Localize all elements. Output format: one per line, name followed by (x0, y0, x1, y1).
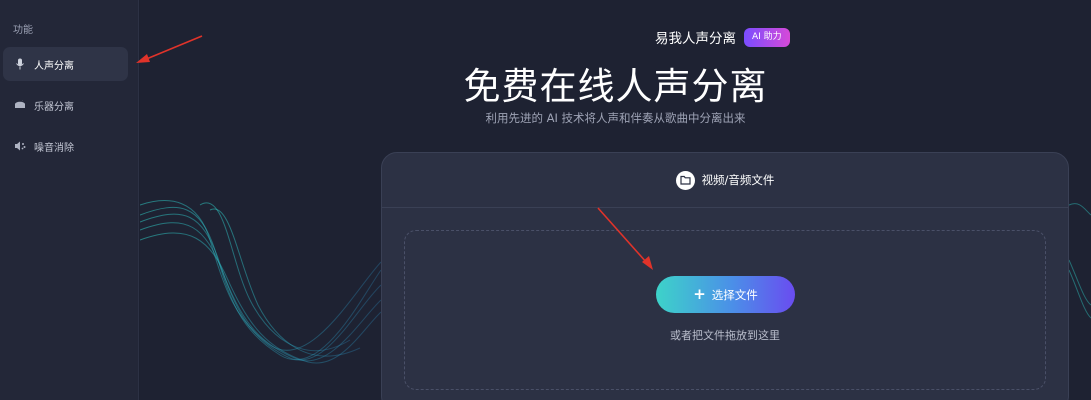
upload-card-header: 视频/音频文件 (382, 153, 1068, 208)
sidebar: 功能 人声分离 乐器分离 噪音消除 (0, 0, 139, 400)
file-dropzone[interactable]: + 选择文件 或者把文件拖放到这里 (404, 230, 1046, 390)
sidebar-item-instrument-separation[interactable]: 乐器分离 (3, 88, 128, 122)
sidebar-item-vocal-separation[interactable]: 人声分离 (3, 47, 128, 81)
brand-name: 易我人声分离 (655, 31, 736, 47)
noise-icon (14, 140, 26, 152)
select-file-button[interactable]: + 选择文件 (656, 276, 795, 313)
microphone-icon (14, 58, 26, 70)
upload-card-title: 视频/音频文件 (701, 173, 775, 187)
plus-icon: + (693, 285, 706, 303)
sidebar-section-title: 功能 (13, 25, 33, 36)
page-subtitle: 利用先进的 AI 技术将人声和伴奏从歌曲中分离出来 (485, 111, 746, 125)
upload-card: 视频/音频文件 + 选择文件 或者把文件拖放到这里 (381, 152, 1069, 400)
drop-hint: 或者把文件拖放到这里 (670, 329, 780, 342)
sidebar-item-label: 人声分离 (34, 60, 74, 72)
drum-icon (14, 99, 26, 111)
sidebar-item-label: 噪音消除 (34, 142, 74, 154)
ai-badge: AI 助力 (744, 27, 790, 47)
folder-icon (675, 170, 695, 190)
sidebar-item-label: 乐器分离 (34, 101, 74, 113)
page-title: 免费在线人声分离 (463, 65, 768, 108)
select-file-label: 选择文件 (711, 287, 758, 302)
brand: 易我人声分离 AI 助力 (655, 27, 790, 47)
main-content: 易我人声分离 AI 助力 免费在线人声分离 利用先进的 AI 技术将人声和伴奏从… (140, 0, 1091, 400)
sidebar-item-noise-removal[interactable]: 噪音消除 (3, 129, 128, 163)
